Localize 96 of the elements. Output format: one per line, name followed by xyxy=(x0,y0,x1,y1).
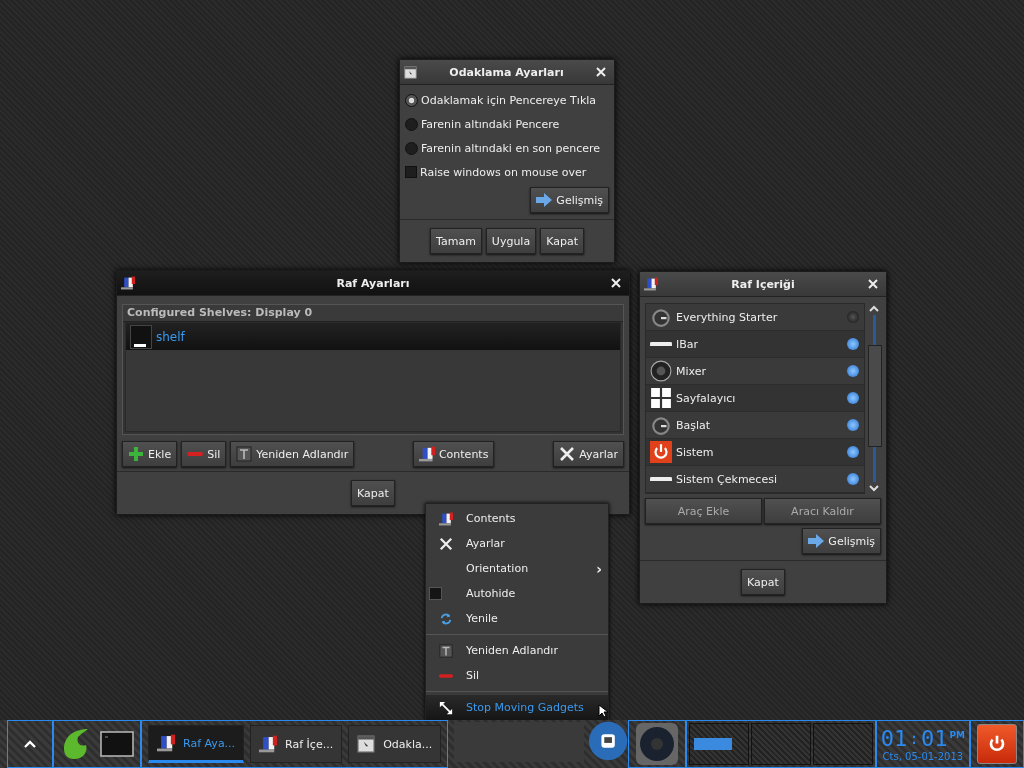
clock-minutes: 01 xyxy=(920,726,948,751)
taskbar-window-button[interactable]: Odakla... xyxy=(348,725,442,763)
shelf-icon xyxy=(439,511,453,526)
up-chevron-icon xyxy=(24,740,37,748)
shelf-action-button[interactable]: Ayarlar xyxy=(553,441,624,467)
checkbox[interactable] xyxy=(429,587,442,600)
close-icon[interactable] xyxy=(868,279,878,289)
desktop-thumbnail[interactable] xyxy=(750,723,811,765)
status-light[interactable] xyxy=(847,338,859,350)
resize-arrow-icon xyxy=(439,700,453,715)
gadget-list-item[interactable]: Everything Starter xyxy=(646,304,864,331)
menu-item[interactable]: Ayarlar xyxy=(426,531,608,556)
window-icon xyxy=(404,65,417,79)
close-button[interactable]: Kapat xyxy=(351,480,395,506)
dialog-button[interactable]: Kapat xyxy=(540,228,584,254)
menu-item[interactable]: Yeniden Adlandır xyxy=(426,638,608,663)
up-chevron-icon[interactable] xyxy=(869,305,879,313)
text-icon xyxy=(236,446,253,462)
show-desktop-button[interactable] xyxy=(24,740,37,748)
menu-item[interactable]: Contents xyxy=(426,506,608,531)
speaker-icon[interactable] xyxy=(634,722,679,766)
menu-item[interactable]: Autohide xyxy=(426,581,608,606)
advanced-button[interactable]: Gelişmiş xyxy=(802,528,881,554)
tools-icon xyxy=(439,536,453,551)
menu-item[interactable]: Sil xyxy=(426,663,608,688)
radio-option[interactable]: Farenin altındaki Pencere xyxy=(405,115,609,133)
close-icon[interactable] xyxy=(596,67,606,77)
power-icon xyxy=(650,441,672,463)
advanced-button[interactable]: Gelişmiş xyxy=(530,187,609,213)
clock-period: PM xyxy=(949,729,965,740)
status-light[interactable] xyxy=(847,419,859,431)
dialog-button[interactable]: Tamam xyxy=(430,228,482,254)
shelf-icon xyxy=(121,276,135,290)
submenu-arrow: › xyxy=(596,560,602,577)
status-light[interactable] xyxy=(847,392,859,404)
shelf-icon xyxy=(259,735,278,753)
terminal-button[interactable] xyxy=(100,731,135,757)
shelf-icon xyxy=(644,277,658,291)
close-button[interactable]: Kapat xyxy=(741,569,785,595)
arrow-icon xyxy=(536,193,553,207)
radio-option[interactable]: Farenin altındaki en son pencere xyxy=(405,139,609,157)
gadget-list-item[interactable]: Başlat xyxy=(646,412,864,439)
taskbar-window-button[interactable]: Raf Aya... xyxy=(148,725,245,763)
window-icon xyxy=(357,735,376,753)
menu-item[interactable]: Orientation › xyxy=(426,556,608,581)
gadget-action-button[interactable]: Araç Ekle xyxy=(645,498,762,524)
scroll-thumb[interactable] xyxy=(867,345,882,447)
window-title: Raf Ayarları xyxy=(335,276,411,290)
grid-icon xyxy=(650,387,672,409)
desktop-thumbnail[interactable] xyxy=(688,723,749,765)
terminal-icon xyxy=(100,731,135,757)
plus-icon xyxy=(128,446,144,462)
menu-item[interactable]: Yenile xyxy=(426,606,608,631)
bar-icon xyxy=(650,476,672,482)
gadget-action-button[interactable]: Aracı Kaldır xyxy=(764,498,881,524)
shelf-icon xyxy=(418,446,435,462)
dial-icon xyxy=(650,306,672,328)
shelf-icon xyxy=(157,734,176,752)
shelf-action-button[interactable]: Contents xyxy=(412,441,495,467)
status-light[interactable] xyxy=(847,365,859,377)
window-title: Odaklama Ayarları xyxy=(448,65,565,79)
list-header: Configured Shelves: Display 0 xyxy=(123,305,623,322)
shelf-list-item[interactable]: shelf xyxy=(126,323,620,350)
gadget-list-item[interactable]: Sistem Çekmecesi xyxy=(646,466,864,493)
window-title: Raf Içeriği xyxy=(730,277,796,291)
dial-icon xyxy=(650,414,672,436)
clock-date: Cts, 05-01-2013 xyxy=(882,750,964,762)
text-icon xyxy=(439,643,453,658)
taskbar-window-button[interactable]: Raf İçe... xyxy=(250,725,343,763)
desktop-thumbnail[interactable] xyxy=(812,723,873,765)
status-light[interactable] xyxy=(847,446,859,458)
dialog-button[interactable]: Uygula xyxy=(485,228,537,254)
shelf-action-button[interactable]: Ekle xyxy=(122,441,178,467)
status-light[interactable] xyxy=(847,473,859,485)
gadget-list-item[interactable]: Sistem xyxy=(646,439,864,466)
power-button[interactable] xyxy=(977,724,1017,764)
shelf-action-button[interactable]: Sil xyxy=(181,441,227,467)
checkbox-option[interactable]: Raise windows on mouse over xyxy=(405,163,609,181)
clock-hours: 01 xyxy=(880,726,908,751)
arrow-icon xyxy=(808,534,825,548)
radio-option[interactable]: Odaklamak için Pencereye Tıkla xyxy=(405,91,609,109)
tools-icon xyxy=(559,446,576,462)
close-icon[interactable] xyxy=(611,278,621,288)
virtual-desktop-pager[interactable] xyxy=(685,720,876,768)
mouse-pointer-icon xyxy=(598,704,608,718)
refresh-icon xyxy=(439,611,453,626)
bar-icon xyxy=(650,341,672,347)
clock-separator: : xyxy=(909,727,919,750)
gadget-list-item[interactable]: Mixer xyxy=(646,358,864,385)
globe-network-icon[interactable] xyxy=(587,720,628,762)
shelf-action-button[interactable]: Yeniden Adlandır xyxy=(230,441,355,467)
speaker-icon xyxy=(650,360,672,382)
menu-item[interactable]: Stop Moving Gadgets xyxy=(426,695,608,720)
gadget-list-item[interactable]: Sayfalayıcı xyxy=(646,385,864,412)
down-chevron-icon[interactable] xyxy=(869,484,879,492)
scrollbar[interactable] xyxy=(867,303,881,494)
